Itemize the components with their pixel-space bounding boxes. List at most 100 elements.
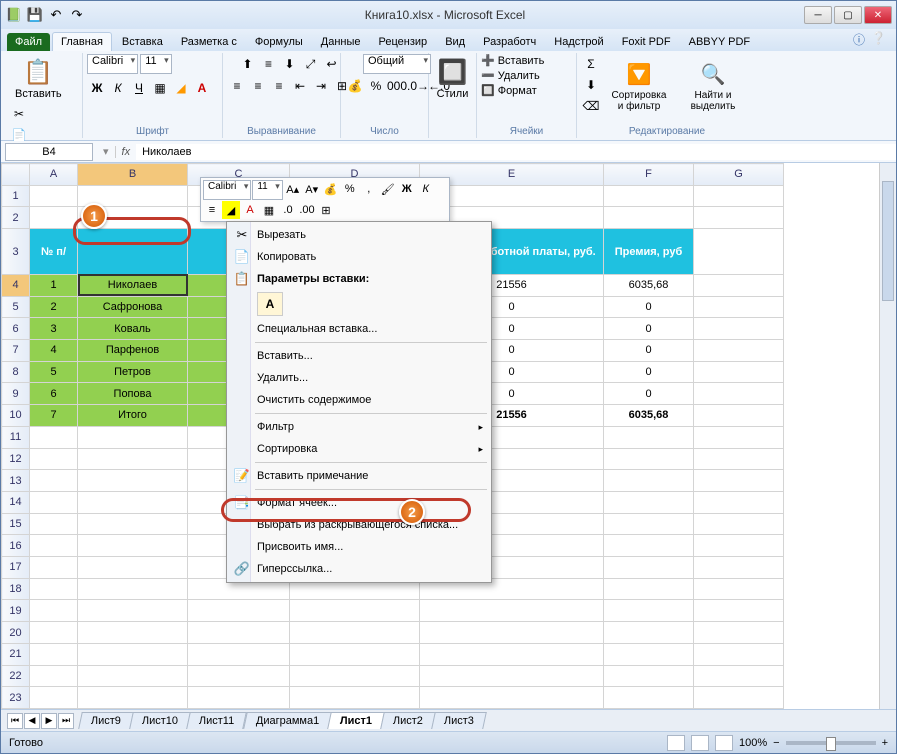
font-size-select[interactable]: 11 [140,54,171,74]
minimize-button[interactable]: ─ [804,6,832,24]
save-icon[interactable]: 💾 [26,6,44,24]
tab-foxit[interactable]: Foxit PDF [614,33,679,51]
menu-insert[interactable]: Вставить... [229,345,489,367]
font-color-button[interactable]: А [192,78,212,98]
row-header[interactable]: 3 [2,229,30,275]
orientation-button[interactable]: ⤢ [301,54,321,74]
fill-color-button[interactable]: ◢ [171,78,191,98]
menu-insert-comment[interactable]: 📝Вставить примечание [229,465,489,487]
cut-icon[interactable]: ✂ [9,104,29,124]
sheet-tab[interactable]: Лист11 [186,712,247,729]
col-header-g[interactable]: G [694,164,784,186]
menu-define-name[interactable]: Присвоить имя... [229,536,489,558]
fx-button[interactable]: fx [115,146,137,158]
row-header[interactable]: 2 [2,207,30,229]
name-box[interactable]: B4 [5,143,93,161]
cell[interactable]: Попова [78,383,188,405]
align-center-button[interactable]: ≡ [248,76,268,96]
row-header[interactable]: 13 [2,470,30,492]
row-header[interactable]: 12 [2,448,30,470]
row-header[interactable]: 9 [2,383,30,405]
wrap-text-button[interactable]: ↩ [322,54,342,74]
maximize-button[interactable]: ▢ [834,6,862,24]
row-header[interactable]: 8 [2,361,30,383]
cell[interactable]: 5 [30,361,78,383]
cell[interactable]: 6035,68 [604,274,694,296]
menu-sort[interactable]: Сортировка▸ [229,438,489,460]
mini-shrink-font[interactable]: A▾ [303,180,321,198]
cell[interactable]: 0 [604,361,694,383]
row-header[interactable]: 11 [2,426,30,448]
cell[interactable]: Петров [78,361,188,383]
italic-button[interactable]: К [108,78,128,98]
cell[interactable]: 4 [30,340,78,362]
mini-currency[interactable]: 💰 [322,180,340,198]
sheet-nav-last[interactable]: ⏭ [58,713,74,729]
tab-formulas[interactable]: Формулы [247,33,311,51]
row-header[interactable]: 4 [2,274,30,296]
indent-inc-button[interactable]: ⇥ [311,76,331,96]
redo-icon[interactable]: ↷ [68,6,86,24]
row-header[interactable]: 15 [2,513,30,535]
mini-font-color[interactable]: А [241,201,259,219]
sheet-nav-first[interactable]: ⏮ [7,713,23,729]
mini-bold[interactable]: Ж [398,180,416,198]
row-header[interactable]: 23 [2,687,30,709]
zoom-out-button[interactable]: − [773,737,779,749]
cell-selected[interactable]: Николаев [78,274,188,296]
percent-button[interactable]: % [366,76,386,96]
cell[interactable]: 0 [604,318,694,340]
row-header[interactable]: 5 [2,296,30,318]
tab-developer[interactable]: Разработч [475,33,544,51]
row-header[interactable]: 21 [2,643,30,665]
sheet-tab[interactable]: Диаграмма1 [243,712,332,729]
sort-filter-button[interactable]: 🔽 Сортировка и фильтр [603,56,675,114]
tab-file[interactable]: Файл [7,33,50,51]
row-header[interactable]: 14 [2,491,30,513]
cell[interactable]: 2 [30,296,78,318]
paste-option-values[interactable]: А [257,292,283,316]
fill-button[interactable]: ⬇ [581,75,601,95]
zoom-level[interactable]: 100% [739,737,767,749]
cells-delete-button[interactable]: ➖Удалить [481,69,540,82]
tab-abbyy[interactable]: ABBYY PDF [681,33,759,51]
col-header-b[interactable]: B [78,164,188,186]
col-header-f[interactable]: F [604,164,694,186]
cell[interactable]: Итого [78,405,188,427]
menu-format-cells[interactable]: 📑Формат ячеек... [229,492,489,514]
col-header-a[interactable]: A [30,164,78,186]
mini-size-select[interactable]: 11 [252,180,282,200]
align-top-button[interactable]: ⬆ [238,54,258,74]
cells-insert-button[interactable]: ➕Вставить [481,54,544,67]
border-button[interactable]: ▦ [150,78,170,98]
cell[interactable]: 1 [30,274,78,296]
close-button[interactable]: ✕ [864,6,892,24]
tab-addins[interactable]: Надстрой [546,33,611,51]
menu-hyperlink[interactable]: 🔗Гиперссылка... [229,558,489,580]
menu-clear[interactable]: Очистить содержимое [229,389,489,411]
font-name-select[interactable]: Calibri [87,54,138,74]
indent-dec-button[interactable]: ⇤ [290,76,310,96]
mini-merge[interactable]: ⊞ [317,201,335,219]
sheet-tab[interactable]: Лист3 [431,712,487,729]
cell[interactable]: Сафронова [78,296,188,318]
table-header[interactable]: № п/ [30,229,78,275]
tab-home[interactable]: Главная [52,32,112,51]
sheet-nav-prev[interactable]: ◀ [24,713,40,729]
mini-grow-font[interactable]: A▴ [284,180,302,198]
undo-icon[interactable]: ↶ [47,6,65,24]
mini-percent[interactable]: % [341,180,359,198]
row-header[interactable]: 20 [2,622,30,644]
styles-button[interactable]: 🔲 Стили [433,54,472,102]
row-header[interactable]: 22 [2,665,30,687]
view-pagebreak-button[interactable] [715,735,733,751]
cell[interactable]: 6 [30,383,78,405]
mini-dec-dec[interactable]: .00 [298,201,316,219]
cell[interactable]: 0 [604,340,694,362]
excel-icon[interactable]: 📗 [5,6,23,24]
autosum-button[interactable]: Σ [581,54,601,74]
bold-button[interactable]: Ж [87,78,107,98]
mini-comma[interactable]: , [360,180,378,198]
cell[interactable]: 3 [30,318,78,340]
sheet-nav-next[interactable]: ▶ [41,713,57,729]
